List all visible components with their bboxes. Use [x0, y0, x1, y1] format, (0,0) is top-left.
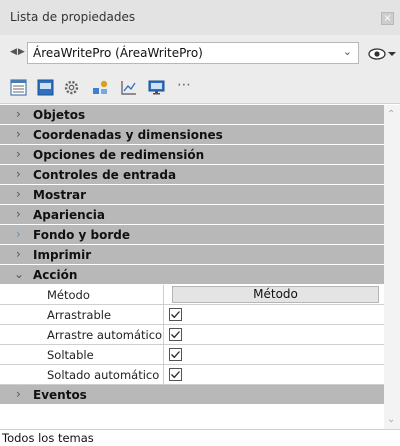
section-accion[interactable]: ⌄ Acción	[0, 265, 384, 285]
chevron-down-icon: ⌄	[14, 267, 25, 281]
panel-titlebar: Lista de propiedades ×	[0, 0, 400, 35]
section-label: Objetos	[33, 108, 86, 122]
object-selector-value: ÁreaWritePro (ÁreaWritePro)	[33, 46, 203, 60]
settings-gear-icon[interactable]	[63, 79, 80, 96]
chevron-right-icon: ›	[16, 167, 21, 181]
prev-next-arrows-icon[interactable]: ◀▶	[10, 47, 26, 57]
object-selector-bar: ◀▶ ÁreaWritePro (ÁreaWritePro) ⌄	[0, 35, 400, 71]
section-label: Imprimir	[33, 248, 92, 262]
property-toolbar: ⋯	[0, 71, 400, 104]
property-name: Arrastre automático	[47, 328, 163, 342]
visibility-eye-icon[interactable]	[368, 46, 396, 62]
chevron-right-icon: ›	[16, 107, 21, 121]
list-view-icon[interactable]	[10, 79, 27, 96]
column-divider	[163, 305, 164, 325]
section-label: Eventos	[33, 388, 87, 402]
method-button[interactable]: Método	[172, 286, 379, 303]
more-options-icon[interactable]: ⋯	[177, 77, 191, 93]
chevron-down-icon: ⌄	[342, 45, 352, 58]
chevron-right-icon: ›	[16, 187, 21, 201]
column-divider	[163, 325, 164, 345]
property-name: Arrastrable	[47, 308, 112, 322]
property-row-arrastre-automatico: Arrastre automático	[0, 325, 384, 345]
display-icon[interactable]	[148, 79, 165, 96]
panel-title: Lista de propiedades	[10, 10, 136, 24]
close-icon[interactable]: ×	[381, 12, 394, 25]
section-label: Fondo y borde	[33, 228, 130, 242]
section-label: Opciones de redimensión	[33, 148, 205, 162]
chevron-right-icon: ›	[16, 147, 21, 161]
scroll-up-icon[interactable]: ⌃	[387, 109, 395, 120]
soltado-automatico-checkbox[interactable]	[169, 368, 182, 381]
section-objetos[interactable]: › Objetos	[0, 105, 384, 125]
arrastre-automatico-checkbox[interactable]	[169, 328, 182, 341]
chevron-right-icon: ›	[16, 387, 21, 401]
section-controles-entrada[interactable]: › Controles de entrada	[0, 165, 384, 185]
section-imprimir[interactable]: › Imprimir	[0, 245, 384, 265]
property-name: Soltado automático	[47, 368, 160, 382]
property-name: Método	[47, 288, 90, 302]
section-label: Apariencia	[33, 208, 106, 222]
section-label: Acción	[33, 268, 78, 282]
chart-icon[interactable]	[120, 79, 137, 96]
object-selector-dropdown[interactable]: ÁreaWritePro (ÁreaWritePro) ⌄	[27, 42, 359, 64]
section-mostrar[interactable]: › Mostrar	[0, 185, 384, 205]
chevron-right-icon: ›	[16, 207, 21, 221]
property-row-metodo: Método Método	[0, 285, 384, 305]
theme-filter-label[interactable]: Todos los temas	[2, 431, 94, 445]
section-label: Coordenadas y dimensiones	[33, 128, 223, 142]
theme-icon[interactable]	[37, 79, 54, 96]
property-row-soltado-automatico: Soltado automático	[0, 365, 384, 385]
soltable-checkbox[interactable]	[169, 348, 182, 361]
chevron-right-icon: ›	[16, 127, 21, 141]
property-row-soltable: Soltable	[0, 345, 384, 365]
chevron-right-icon: ›	[16, 227, 21, 241]
status-bar: Todos los temas	[0, 429, 400, 446]
section-apariencia[interactable]: › Apariencia	[0, 205, 384, 225]
property-grid: › Objetos › Coordenadas y dimensiones › …	[0, 105, 384, 429]
objects-icon[interactable]	[92, 79, 109, 96]
property-name: Soltable	[47, 348, 94, 362]
section-fondo-borde[interactable]: › Fondo y borde	[0, 225, 384, 245]
section-eventos[interactable]: › Eventos	[0, 385, 384, 405]
column-divider	[163, 345, 164, 365]
vertical-scrollbar[interactable]: ⌃ ⌄	[384, 105, 400, 429]
section-label: Controles de entrada	[33, 168, 177, 182]
chevron-right-icon: ›	[16, 247, 21, 261]
section-label: Mostrar	[33, 188, 86, 202]
column-divider	[163, 365, 164, 385]
scroll-down-icon[interactable]: ⌄	[387, 414, 395, 425]
property-row-arrastrable: Arrastrable	[0, 305, 384, 325]
section-redimension[interactable]: › Opciones de redimensión	[0, 145, 384, 165]
section-coordenadas[interactable]: › Coordenadas y dimensiones	[0, 125, 384, 145]
column-divider	[163, 285, 164, 305]
arrastrable-checkbox[interactable]	[169, 308, 182, 321]
